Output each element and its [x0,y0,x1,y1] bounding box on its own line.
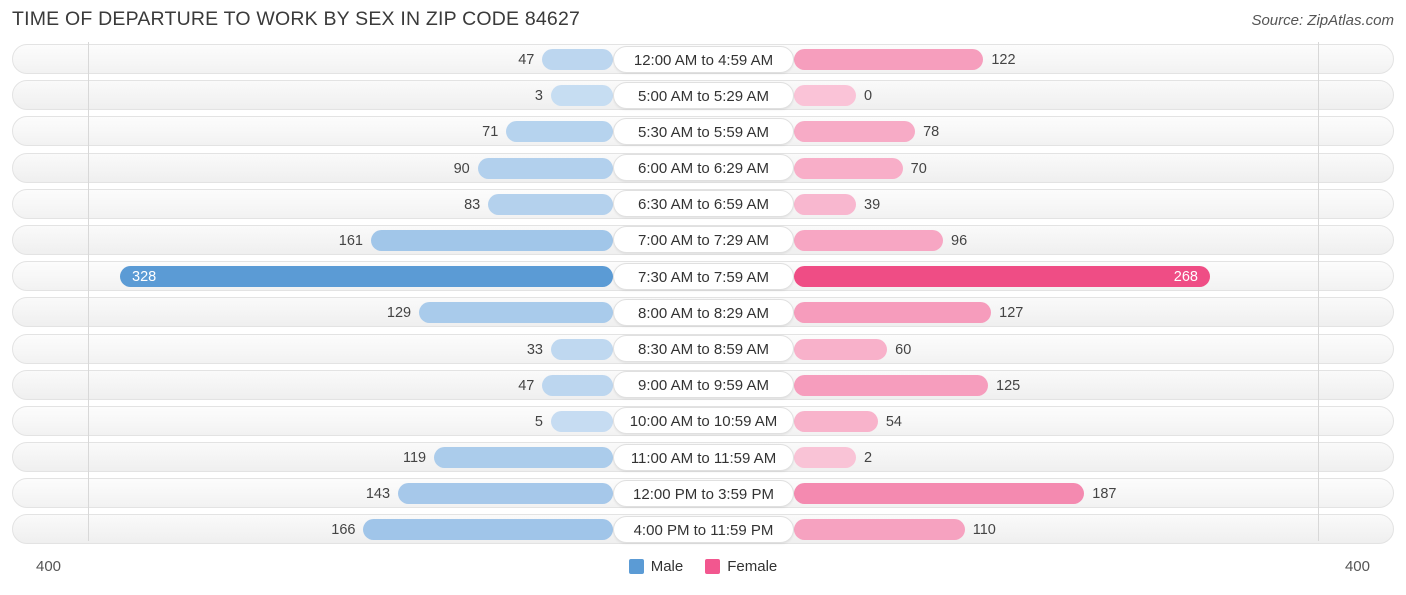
chart-row[interactable]: 33 60 8:30 AM to 8:59 AM [0,332,1406,368]
bar-male[interactable] [542,49,613,70]
chart-row[interactable]: 3 0 5:00 AM to 5:29 AM [0,78,1406,114]
value-label-male: 33 [526,341,543,358]
value-label-male: 5 [534,413,543,430]
chart-plot-area: 47 122 12:00 AM to 4:59 AM 3 0 5:00 AM to 5:2… [0,42,1406,552]
bar-male[interactable] [371,229,613,251]
chart-row[interactable]: 129 127 8:00 AM to 8:29 AM [0,295,1406,331]
bar-female[interactable] [794,85,856,107]
bar-male[interactable] [477,157,613,179]
bar-female[interactable] [794,121,916,143]
chart-row[interactable]: 143 187 12:00 PM to 3:59 PM [0,476,1406,512]
chart-footer: 400 400 Male Female [0,552,1406,595]
bar-male[interactable] [419,302,613,324]
value-label-male: 71 [482,124,499,141]
category-label: 12:00 AM to 4:59 AM [613,45,794,73]
bar-female[interactable] [794,374,989,396]
category-label: 5:00 AM to 5:29 AM [613,81,794,109]
chart-row[interactable]: 83 39 6:30 AM to 6:59 AM [0,187,1406,223]
category-label: 10:00 AM to 10:59 AM [613,407,794,435]
legend-label: Male [650,558,684,575]
bar-female[interactable] [794,483,1085,505]
bar-female[interactable] [794,302,992,324]
category-label: 6:30 AM to 6:59 AM [613,190,794,218]
legend-swatch [628,559,644,574]
value-label-male: 143 [365,486,391,503]
value-label-male: 328 [132,269,157,286]
chart-row[interactable]: 161 96 7:00 AM to 7:29 AM [0,223,1406,259]
value-label-male: 90 [453,160,470,177]
chart-row[interactable]: 5 54 10:00 AM to 10:59 AM [0,404,1406,440]
chart-rows: 47 122 12:00 AM to 4:59 AM 3 0 5:00 AM to 5:2… [0,42,1406,549]
bar-male[interactable] [551,338,613,360]
category-label: 6:00 AM to 6:29 AM [613,154,794,182]
value-label-female: 54 [885,413,902,430]
value-label-male: 47 [518,377,535,394]
value-label-female: 60 [895,341,912,358]
axis-line-right [1318,42,1319,541]
bar-male[interactable] [551,410,613,432]
chart-row[interactable]: 119 2 11:00 AM to 11:59 AM [0,440,1406,476]
bar-female[interactable] [794,410,878,432]
value-label-female: 2 [864,450,873,467]
bar-female[interactable] [794,266,1210,288]
page-title: TIME OF DEPARTURE TO WORK BY SEX IN ZIP … [12,8,581,30]
category-label: 7:00 AM to 7:29 AM [613,226,794,254]
chart-row[interactable]: 47 125 9:00 AM to 9:59 AM [0,368,1406,404]
bar-male[interactable] [506,121,613,143]
chart-header: TIME OF DEPARTURE TO WORK BY SEX IN ZIP … [0,0,1406,42]
value-label-female: 187 [1092,486,1117,503]
bar-male[interactable] [551,85,613,107]
value-label-female: 0 [864,88,873,105]
bar-female[interactable] [794,49,984,70]
bar-male[interactable] [363,519,613,541]
legend-swatch [705,559,721,574]
category-label: 8:30 AM to 8:59 AM [613,335,794,362]
value-label-male: 119 [403,450,427,467]
chart-row[interactable]: 328 268 7:30 AM to 7:59 AM [0,259,1406,295]
legend-label: Female [727,558,778,575]
chart-legend: Male Female [0,558,1406,575]
value-label-female: 96 [951,232,968,249]
chart-row[interactable]: 166 110 4:00 PM to 11:59 PM [0,512,1406,548]
category-label: 7:30 AM to 7:59 AM [613,262,794,290]
value-label-female: 70 [910,160,927,177]
value-label-female: 78 [923,124,940,141]
value-label-female: 127 [999,305,1024,322]
category-label: 5:30 AM to 5:59 AM [613,117,794,145]
source-attribution: Source: ZipAtlas.com [1251,12,1394,29]
bar-male[interactable] [488,193,613,215]
value-label-female: 122 [991,52,1016,68]
value-label-male: 166 [331,522,356,539]
legend-item[interactable]: Male [628,558,684,575]
chart-row[interactable]: 90 70 6:00 AM to 6:29 AM [0,151,1406,187]
bar-female[interactable] [794,193,856,215]
bar-female[interactable] [794,229,943,251]
category-label: 11:00 AM to 11:59 AM [613,443,794,471]
value-label-male: 83 [464,196,481,213]
bar-male[interactable] [120,266,613,288]
bar-female[interactable] [794,519,965,541]
value-label-female: 268 [1173,269,1198,286]
chart-row[interactable]: 47 122 12:00 AM to 4:59 AM [0,42,1406,78]
value-label-male: 3 [534,88,543,105]
value-label-male: 47 [518,52,535,68]
bar-male[interactable] [542,374,613,396]
axis-line-left [88,42,89,541]
bar-male[interactable] [434,447,613,469]
category-label: 8:00 AM to 8:29 AM [613,298,794,326]
chart-row[interactable]: 71 78 5:30 AM to 5:59 AM [0,114,1406,150]
category-label: 9:00 AM to 9:59 AM [613,371,794,399]
bar-female[interactable] [794,157,903,179]
value-label-female: 39 [864,196,881,213]
legend-item[interactable]: Female [705,558,777,575]
value-label-male: 129 [386,305,412,322]
value-label-male: 161 [338,232,363,249]
category-label: 12:00 PM to 3:59 PM [613,479,794,507]
bar-female[interactable] [794,447,856,469]
value-label-female: 125 [996,377,1021,394]
bar-male[interactable] [398,483,613,505]
value-label-female: 110 [972,522,996,539]
bar-female[interactable] [794,338,888,360]
category-label: 4:00 PM to 11:59 PM [613,515,794,543]
